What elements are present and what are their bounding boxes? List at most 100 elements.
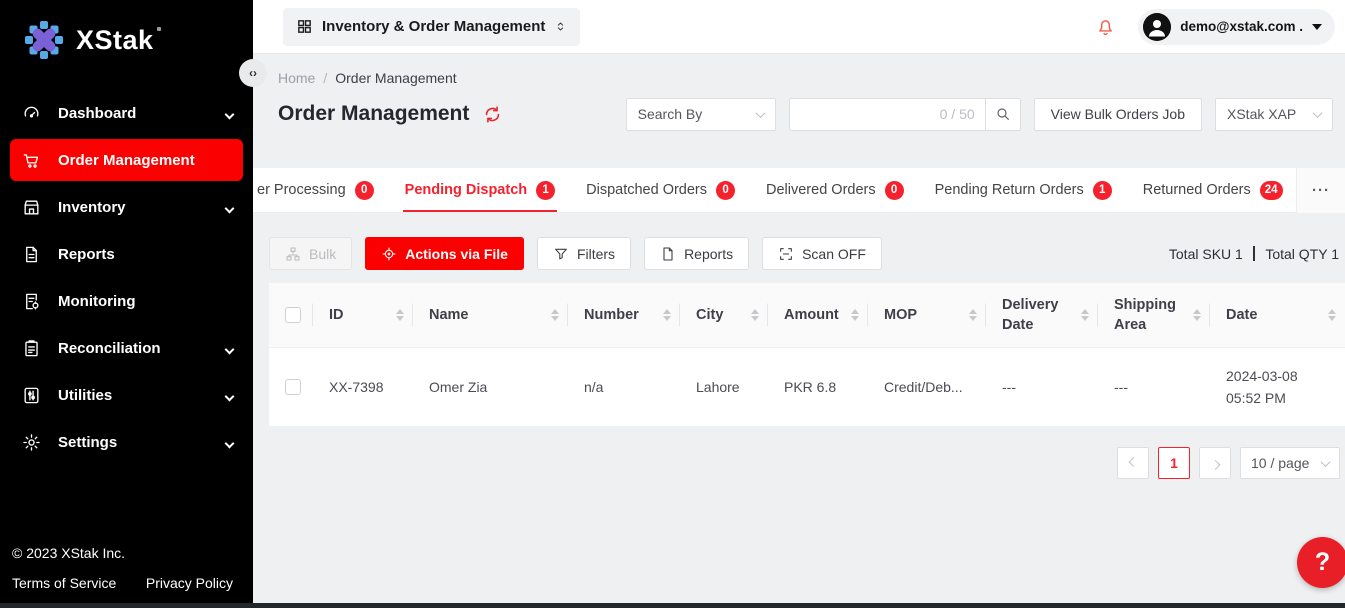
terms-of-service-link[interactable]: Terms of Service: [12, 575, 116, 591]
chevron-down-icon: [1321, 457, 1331, 467]
target-icon: [381, 246, 397, 262]
cell-shipping-area: ---: [1098, 348, 1210, 426]
sidebar: XStak Dashboard Order Management Invento…: [0, 0, 253, 603]
table-row[interactable]: XX-7398 Omer Zia n/a Lahore PKR 6.8 Cred…: [269, 347, 1345, 427]
sort-icon[interactable]: [1081, 309, 1089, 322]
grid-icon: [296, 18, 313, 35]
sidebar-menu: Dashboard Order Management Inventory Rep…: [0, 92, 253, 463]
sort-icon[interactable]: [396, 309, 404, 322]
sidebar-item-label: Reports: [58, 246, 115, 263]
sort-icon[interactable]: [751, 309, 759, 322]
total-sku: Total SKU 1: [1169, 246, 1243, 262]
chevron-down-icon: [226, 340, 233, 357]
filters-label: Filters: [577, 246, 615, 262]
tab-label: Dispatched Orders: [586, 182, 707, 198]
chevron-down-icon: [226, 199, 233, 216]
tab-count-badge: 0: [355, 181, 374, 200]
reports-button[interactable]: Reports: [644, 237, 749, 270]
column-header-shipping-area[interactable]: Shipping Area: [1098, 283, 1210, 347]
tab-pending-return-orders[interactable]: Pending Return Orders 1: [935, 168, 1112, 212]
breadcrumb: Home / Order Management: [253, 54, 1345, 86]
chevron-down-icon: [1313, 108, 1323, 118]
column-header-city[interactable]: City: [680, 283, 768, 347]
tab-dispatched-orders[interactable]: Dispatched Orders 0: [586, 168, 735, 212]
main-content: Home / Order Management Order Management…: [253, 54, 1345, 603]
next-page-button[interactable]: [1199, 447, 1231, 479]
tab-returned-orders[interactable]: Returned Orders 24: [1143, 168, 1283, 212]
sort-icon[interactable]: [663, 309, 671, 322]
breadcrumb-home[interactable]: Home: [278, 70, 315, 86]
sidebar-item-inventory[interactable]: Inventory: [0, 186, 253, 228]
tab-count-badge: 0: [716, 181, 735, 200]
sidebar-collapse-toggle[interactable]: ‹›: [239, 59, 267, 87]
workspace-label: Inventory & Order Management: [322, 18, 545, 35]
user-menu[interactable]: demo@xstak.com .: [1138, 9, 1335, 45]
column-header-number[interactable]: Number: [568, 283, 680, 347]
refresh-icon[interactable]: [483, 105, 502, 124]
scan-toggle-label: Scan OFF: [802, 246, 866, 262]
avatar: [1143, 13, 1171, 41]
sidebar-item-monitoring[interactable]: Monitoring: [0, 280, 253, 322]
clipboard-icon: [22, 339, 41, 358]
chevron-right-icon: [1210, 459, 1220, 469]
column-header-date[interactable]: Date: [1210, 283, 1345, 347]
column-header-mop[interactable]: MOP: [868, 283, 986, 347]
sort-icon[interactable]: [1328, 309, 1336, 322]
select-all-checkbox[interactable]: [285, 307, 301, 323]
xstak-logo-icon: [22, 18, 66, 62]
tab-label: Pending Dispatch: [405, 182, 527, 198]
page-size-select[interactable]: 10 / page: [1240, 447, 1340, 479]
actions-via-file-button[interactable]: Actions via File: [365, 237, 524, 270]
cell-number: n/a: [568, 348, 680, 426]
column-header-delivery-date[interactable]: Delivery Date: [986, 283, 1098, 347]
tab-label: Pending Return Orders: [935, 182, 1084, 198]
tab-pending-dispatch[interactable]: Pending Dispatch 1: [405, 168, 555, 212]
caret-down-icon: [1312, 24, 1322, 30]
brand-logo[interactable]: XStak: [0, 0, 253, 62]
sidebar-item-settings[interactable]: Settings: [0, 421, 253, 463]
notification-bell-icon[interactable]: [1095, 16, 1116, 38]
filters-button[interactable]: Filters: [537, 237, 631, 270]
orders-table: ID Name Number City Amount MOP: [269, 283, 1345, 427]
row-checkbox[interactable]: [285, 379, 301, 395]
more-tabs-button[interactable]: ···: [1296, 168, 1345, 213]
view-bulk-orders-job-label: View Bulk Orders Job: [1051, 106, 1185, 122]
help-button[interactable]: ?: [1297, 537, 1345, 588]
column-header-name[interactable]: Name: [413, 283, 568, 347]
search-icon: [995, 106, 1011, 122]
store-icon: [22, 198, 41, 217]
scan-toggle-button[interactable]: Scan OFF: [762, 237, 882, 270]
brand-name: XStak: [76, 25, 161, 56]
search-button[interactable]: [985, 98, 1021, 131]
workspace-selector[interactable]: Inventory & Order Management: [283, 8, 580, 46]
prev-page-button[interactable]: [1117, 447, 1149, 479]
tab-count-badge: 1: [536, 181, 555, 200]
sidebar-item-order-management[interactable]: Order Management: [10, 139, 243, 181]
sidebar-item-reconciliation[interactable]: Reconciliation: [0, 327, 253, 369]
sidebar-item-dashboard[interactable]: Dashboard: [0, 92, 253, 134]
sort-icon[interactable]: [851, 309, 859, 322]
tab-order-processing[interactable]: er Processing 0: [257, 168, 374, 212]
gear-icon: [22, 433, 41, 452]
tab-delivered-orders[interactable]: Delivered Orders 0: [766, 168, 904, 212]
sidebar-item-reports[interactable]: Reports: [0, 233, 253, 275]
report-file-icon: [22, 245, 41, 264]
view-bulk-orders-job-button[interactable]: View Bulk Orders Job: [1034, 98, 1202, 131]
column-header-amount[interactable]: Amount: [768, 283, 868, 347]
xap-select[interactable]: XStak XAP: [1215, 98, 1333, 131]
sort-icon[interactable]: [1193, 309, 1201, 322]
sidebar-item-label: Utilities: [58, 387, 112, 404]
monitoring-icon: [22, 292, 41, 311]
sort-icon[interactable]: [551, 309, 559, 322]
search-input[interactable]: 0 / 50: [789, 98, 985, 131]
sidebar-item-label: Settings: [58, 434, 117, 451]
sidebar-item-utilities[interactable]: Utilities: [0, 374, 253, 416]
totals-divider: [1253, 246, 1256, 261]
chevron-down-icon: [226, 105, 233, 122]
sort-icon[interactable]: [969, 309, 977, 322]
search-by-select[interactable]: Search By: [626, 98, 776, 131]
column-header-id[interactable]: ID: [313, 283, 413, 347]
file-icon: [660, 246, 676, 262]
privacy-policy-link[interactable]: Privacy Policy: [146, 575, 233, 591]
page-1-button[interactable]: 1: [1158, 447, 1190, 479]
